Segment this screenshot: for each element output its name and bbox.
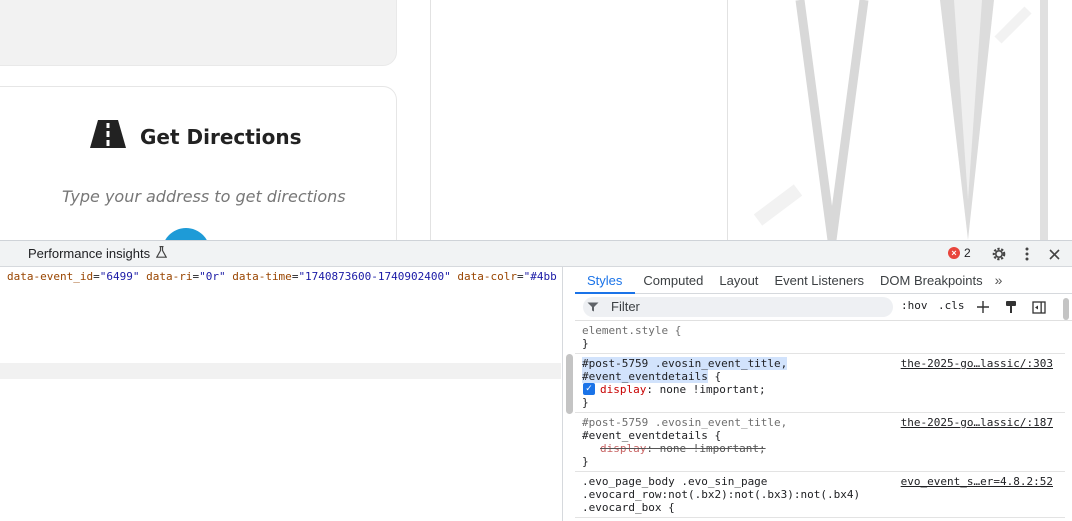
add-rule-icon[interactable] xyxy=(974,298,992,316)
elements-scrollbar[interactable] xyxy=(566,354,573,414)
rule-close-brace: } xyxy=(582,455,589,468)
rule-source-link[interactable]: evo_event_s…er=4.8.2:52 xyxy=(901,475,1053,488)
error-icon: × xyxy=(948,247,960,259)
rule-selector: #post-5759 .evosin_event_title, xyxy=(582,357,788,370)
sidebar-toggle-icon[interactable] xyxy=(1030,298,1048,316)
drawer-toolbar: Performance insights × 2 xyxy=(0,241,1072,267)
content-card xyxy=(0,0,397,66)
drawer-tab-label: Performance insights xyxy=(28,246,151,261)
elements-tree[interactable]: data-event_id="6499" data-ri="0r" data-t… xyxy=(0,267,563,521)
tab-computed[interactable]: Computed xyxy=(635,267,711,294)
property-value[interactable]: : none !important; xyxy=(646,383,765,396)
more-tabs-icon[interactable]: » xyxy=(991,267,1007,293)
webpage-viewport: Get Directions Type your address to get … xyxy=(0,0,1072,240)
cls-toggle[interactable]: .cls xyxy=(938,299,965,312)
rule-selector: element.style { xyxy=(582,324,682,337)
rule-selector: .evocard_box { xyxy=(582,501,675,514)
rule-block[interactable]: #post-5759 .evosin_event_title, #event_e… xyxy=(575,413,1065,472)
rule-close-brace: } xyxy=(582,396,589,409)
directions-card xyxy=(0,86,397,240)
decorative-image xyxy=(753,0,1048,240)
attr-name: data-time xyxy=(232,270,292,283)
rule-element-style[interactable]: element.style { } xyxy=(575,321,1065,354)
styles-sidebar: Styles Computed Layout Event Listeners D… xyxy=(575,267,1072,521)
directions-subtitle: Type your address to get directions xyxy=(62,187,346,206)
attr-name: data-colr xyxy=(457,270,517,283)
sidebar-tabs: Styles Computed Layout Event Listeners D… xyxy=(575,267,1072,294)
directions-title: Get Directions xyxy=(140,124,302,149)
directions-heading: Get Directions xyxy=(90,120,302,153)
attr-value: "1740873600-1740902400" xyxy=(298,270,451,283)
rule-selector: .evocard_row:not(.bx2):not(.bx3):not(.bx… xyxy=(582,488,861,501)
attr-value: "6499" xyxy=(99,270,140,283)
style-property[interactable]: ✓ display: none !important; xyxy=(582,383,1065,396)
rule-block[interactable]: #post-5759 .evosin_event_title, #event_e… xyxy=(575,354,1065,413)
gear-icon[interactable] xyxy=(990,245,1008,263)
tab-dom-breakpoints[interactable]: DOM Breakpoints xyxy=(872,267,991,294)
style-property-overridden[interactable]: display: none !important; xyxy=(582,442,1065,455)
road-icon xyxy=(90,120,126,153)
rule-source-link[interactable]: the-2025-go…lassic/:187 xyxy=(901,416,1053,429)
attr-name: data-event_id xyxy=(7,270,94,283)
checkbox-icon[interactable]: ✓ xyxy=(583,383,595,395)
paint-brush-icon[interactable] xyxy=(1002,298,1020,316)
panel-divider xyxy=(430,0,431,240)
image-panel xyxy=(727,0,1072,240)
rule-selector: #event_eventdetails xyxy=(582,370,708,383)
devtools-panel: Performance insights × 2 data-event_id="… xyxy=(0,240,1072,521)
rule-block[interactable]: .evo_page_body .evo_sin_page .evocard_ro… xyxy=(575,472,1065,518)
tab-event-listeners[interactable]: Event Listeners xyxy=(766,267,872,294)
error-badge[interactable]: × 2 xyxy=(948,246,971,260)
rule-selector: #event_eventdetails { xyxy=(582,429,722,442)
property-name[interactable]: display xyxy=(600,442,646,455)
style-rules: element.style { } #post-5759 .evosin_eve… xyxy=(575,321,1065,518)
more-vertical-icon[interactable] xyxy=(1018,245,1036,263)
tab-layout[interactable]: Layout xyxy=(711,267,766,294)
attr-name: data-ri xyxy=(146,270,193,283)
rule-source-link[interactable]: the-2025-go…lassic/:303 xyxy=(901,357,1053,370)
styles-filter-bar: Filter :hov .cls xyxy=(575,294,1072,321)
error-count: 2 xyxy=(964,246,971,260)
flask-icon xyxy=(155,245,168,261)
element-attributes-line[interactable]: data-event_id="6499" data-ri="0r" data-t… xyxy=(7,270,557,283)
tab-styles[interactable]: Styles xyxy=(575,267,636,294)
close-icon[interactable] xyxy=(1045,245,1063,263)
filter-input[interactable]: Filter xyxy=(583,297,893,317)
filter-icon xyxy=(587,299,599,312)
rule-open-brace: { xyxy=(707,370,722,383)
selected-node-row[interactable] xyxy=(0,363,561,379)
attr-value: "#4bb xyxy=(523,270,557,283)
property-value[interactable]: : none !important; xyxy=(646,442,765,455)
performance-insights-tab[interactable]: Performance insights xyxy=(28,245,168,261)
rule-close-brace: } xyxy=(582,337,589,350)
attr-value: "0r" xyxy=(199,270,226,283)
hov-toggle[interactable]: :hov xyxy=(901,299,928,312)
styles-scrollbar[interactable] xyxy=(1063,298,1069,320)
property-name[interactable]: display xyxy=(600,383,646,396)
